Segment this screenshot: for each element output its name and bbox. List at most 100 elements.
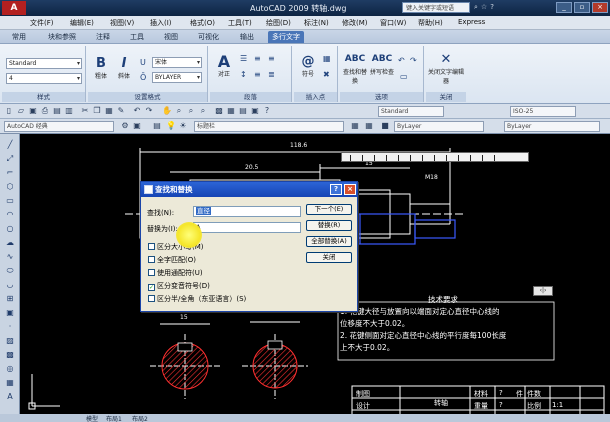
wildcard-checkbox[interactable]: 使用通配符(U) bbox=[148, 268, 203, 278]
menu-format[interactable]: 格式(O) bbox=[190, 18, 215, 28]
tab-annotate[interactable]: 注释 bbox=[96, 32, 110, 42]
design-center-icon[interactable]: ▦ bbox=[226, 106, 236, 116]
hatch-tool-icon[interactable]: ▨ bbox=[4, 336, 16, 346]
find-replace-button[interactable]: ABC 查找和替换 bbox=[342, 52, 368, 85]
ruler-resize-button[interactable]: ‹|› bbox=[533, 286, 553, 296]
maximize-button[interactable]: ▫ bbox=[574, 2, 590, 13]
paste-icon[interactable]: ▦ bbox=[104, 106, 114, 116]
infocenter-icons[interactable]: ⌕☆? bbox=[474, 3, 497, 12]
plot-icon[interactable]: ⎙ bbox=[40, 106, 50, 116]
text-style-combo[interactable]: Standard bbox=[6, 58, 82, 69]
revcloud-tool-icon[interactable]: ☁ bbox=[4, 238, 16, 248]
point-tool-icon[interactable]: · bbox=[4, 322, 16, 332]
dialog-close-button[interactable]: × bbox=[344, 184, 356, 195]
calc-icon[interactable]: ▣ bbox=[250, 106, 260, 116]
ellipse-arc-tool-icon[interactable]: ◡ bbox=[4, 280, 16, 290]
redo-tb-icon[interactable]: ↷ bbox=[144, 106, 154, 116]
arc-tool-icon[interactable]: ◠ bbox=[4, 210, 16, 220]
circle-tool-icon[interactable]: ○ bbox=[4, 224, 16, 234]
polygon-tool-icon[interactable]: ⬡ bbox=[4, 182, 16, 192]
insert-block-icon[interactable]: ⊞ bbox=[4, 294, 16, 304]
find-input[interactable]: 直径 bbox=[193, 206, 301, 217]
align-right-icon[interactable]: ≡ bbox=[254, 70, 261, 79]
tab-output[interactable]: 输出 bbox=[240, 32, 254, 42]
new-icon[interactable]: ▯ bbox=[4, 106, 14, 116]
pan-icon[interactable]: ✋ bbox=[162, 106, 172, 116]
dialog-titlebar[interactable]: 查找和替换 bbox=[141, 182, 357, 197]
menu-view[interactable]: 视图(V) bbox=[110, 18, 134, 28]
overline-icon[interactable]: Ō bbox=[140, 73, 146, 82]
polyline-tool-icon[interactable]: ⌐ bbox=[4, 168, 16, 178]
text-color-combo[interactable]: BYLAYER bbox=[152, 72, 202, 83]
text-style-toolbar-combo[interactable]: Standard bbox=[378, 106, 444, 117]
undo-tb-icon[interactable]: ↶ bbox=[132, 106, 142, 116]
ellipse-tool-icon[interactable]: ⬭ bbox=[4, 266, 16, 276]
technical-requirements[interactable]: 技术要求 1. 花键大径与放置向以端面对定心直径中心线的 位移度不大于0.02。… bbox=[340, 294, 550, 354]
zoom-icon[interactable]: ⌕ bbox=[174, 106, 184, 116]
redo-icon[interactable]: ↷ bbox=[410, 56, 417, 65]
zoom-window-icon[interactable]: ⌕ bbox=[186, 106, 196, 116]
help-icon[interactable]: ? bbox=[262, 106, 272, 116]
make-block-icon[interactable]: ▣ bbox=[4, 308, 16, 318]
replace-all-button[interactable]: 全部替换(A) bbox=[306, 236, 352, 247]
dialog-help-button[interactable]: ? bbox=[330, 184, 342, 195]
layer-previous-icon[interactable]: ▦ bbox=[364, 121, 374, 131]
menu-express[interactable]: Express bbox=[458, 18, 485, 26]
find-next-button[interactable]: 下一个(E) bbox=[306, 204, 352, 215]
line-spacing-icon[interactable]: ↕ bbox=[240, 70, 247, 79]
columns-icon[interactable]: ▦ bbox=[323, 54, 331, 63]
symbol-button[interactable]: @ 符号 bbox=[296, 54, 320, 78]
cut-icon[interactable]: ✂ bbox=[80, 106, 90, 116]
close-button[interactable]: × bbox=[592, 2, 608, 13]
ruler-icon[interactable]: ▭ bbox=[400, 72, 408, 81]
match-icon[interactable]: ✎ bbox=[116, 106, 126, 116]
whole-word-checkbox[interactable]: 全字匹配(O) bbox=[148, 255, 196, 265]
tab-layout1[interactable]: 布局1 bbox=[106, 414, 122, 422]
bullets-icon[interactable]: ☰ bbox=[240, 54, 247, 63]
menu-file[interactable]: 文件(F) bbox=[30, 18, 54, 28]
region-tool-icon[interactable]: ◎ bbox=[4, 364, 16, 374]
tab-visualize[interactable]: 可视化 bbox=[198, 32, 219, 42]
menu-tools[interactable]: 工具(T) bbox=[228, 18, 252, 28]
replace-input[interactable]: A bbox=[193, 222, 301, 233]
save-icon[interactable]: ▣ bbox=[28, 106, 38, 116]
menu-help[interactable]: 帮助(H) bbox=[418, 18, 443, 28]
zoom-prev-icon[interactable]: ⌕ bbox=[198, 106, 208, 116]
color-swatch-icon[interactable]: ■ bbox=[380, 121, 390, 131]
make-current-icon[interactable]: ▦ bbox=[350, 121, 360, 131]
copy-icon[interactable]: ❐ bbox=[92, 106, 102, 116]
tab-blocks[interactable]: 块和参照 bbox=[48, 32, 76, 42]
gear-icon[interactable]: ⚙ bbox=[120, 121, 130, 131]
workspace-combo[interactable]: AutoCAD 经典 bbox=[4, 121, 114, 132]
text-height-combo[interactable]: 4 bbox=[6, 73, 82, 84]
close-text-editor-button[interactable]: ✕ 关闭文字编辑器 bbox=[428, 52, 464, 85]
mtext-tool-icon[interactable]: A bbox=[4, 392, 16, 402]
layer-manager-icon[interactable]: ▤ bbox=[152, 121, 162, 131]
half-full-width-checkbox[interactable]: 区分半/全角（东亚语言）(S) bbox=[148, 294, 246, 304]
text-ruler[interactable] bbox=[341, 152, 529, 162]
line-tool-icon[interactable]: ╱ bbox=[4, 140, 16, 150]
lightbulb-icon[interactable]: 💡 bbox=[166, 121, 176, 131]
dialog-close-text-button[interactable]: 关闭 bbox=[306, 252, 352, 263]
align-left-icon[interactable]: ≡ bbox=[254, 54, 261, 63]
menu-draw[interactable]: 绘图(D) bbox=[266, 18, 291, 28]
dim-style-combo[interactable]: ISO-25 bbox=[510, 106, 576, 117]
menu-edit[interactable]: 编辑(E) bbox=[70, 18, 94, 28]
menu-modify[interactable]: 修改(M) bbox=[342, 18, 368, 28]
underline-icon[interactable]: U bbox=[140, 58, 146, 67]
workspace-settings-icon[interactable]: ▣ bbox=[132, 121, 142, 131]
replace-button[interactable]: 替换(R) bbox=[306, 220, 352, 231]
xline-tool-icon[interactable]: ⤢ bbox=[4, 154, 16, 164]
justify-button[interactable]: A 对正 bbox=[212, 54, 236, 79]
publish-icon[interactable]: ▥ bbox=[64, 106, 74, 116]
undo-icon[interactable]: ↶ bbox=[398, 56, 405, 65]
align-center-icon[interactable]: ≡ bbox=[268, 54, 275, 63]
menu-window[interactable]: 窗口(W) bbox=[380, 18, 406, 28]
menu-insert[interactable]: 插入(I) bbox=[150, 18, 172, 28]
distribute-icon[interactable]: ≣ bbox=[268, 70, 275, 79]
tab-view[interactable]: 视图 bbox=[164, 32, 178, 42]
tab-tools[interactable]: 工具 bbox=[130, 32, 144, 42]
layer-combo[interactable]: 标题栏 bbox=[194, 121, 344, 132]
gradient-tool-icon[interactable]: ▩ bbox=[4, 350, 16, 360]
properties-icon[interactable]: ▩ bbox=[214, 106, 224, 116]
